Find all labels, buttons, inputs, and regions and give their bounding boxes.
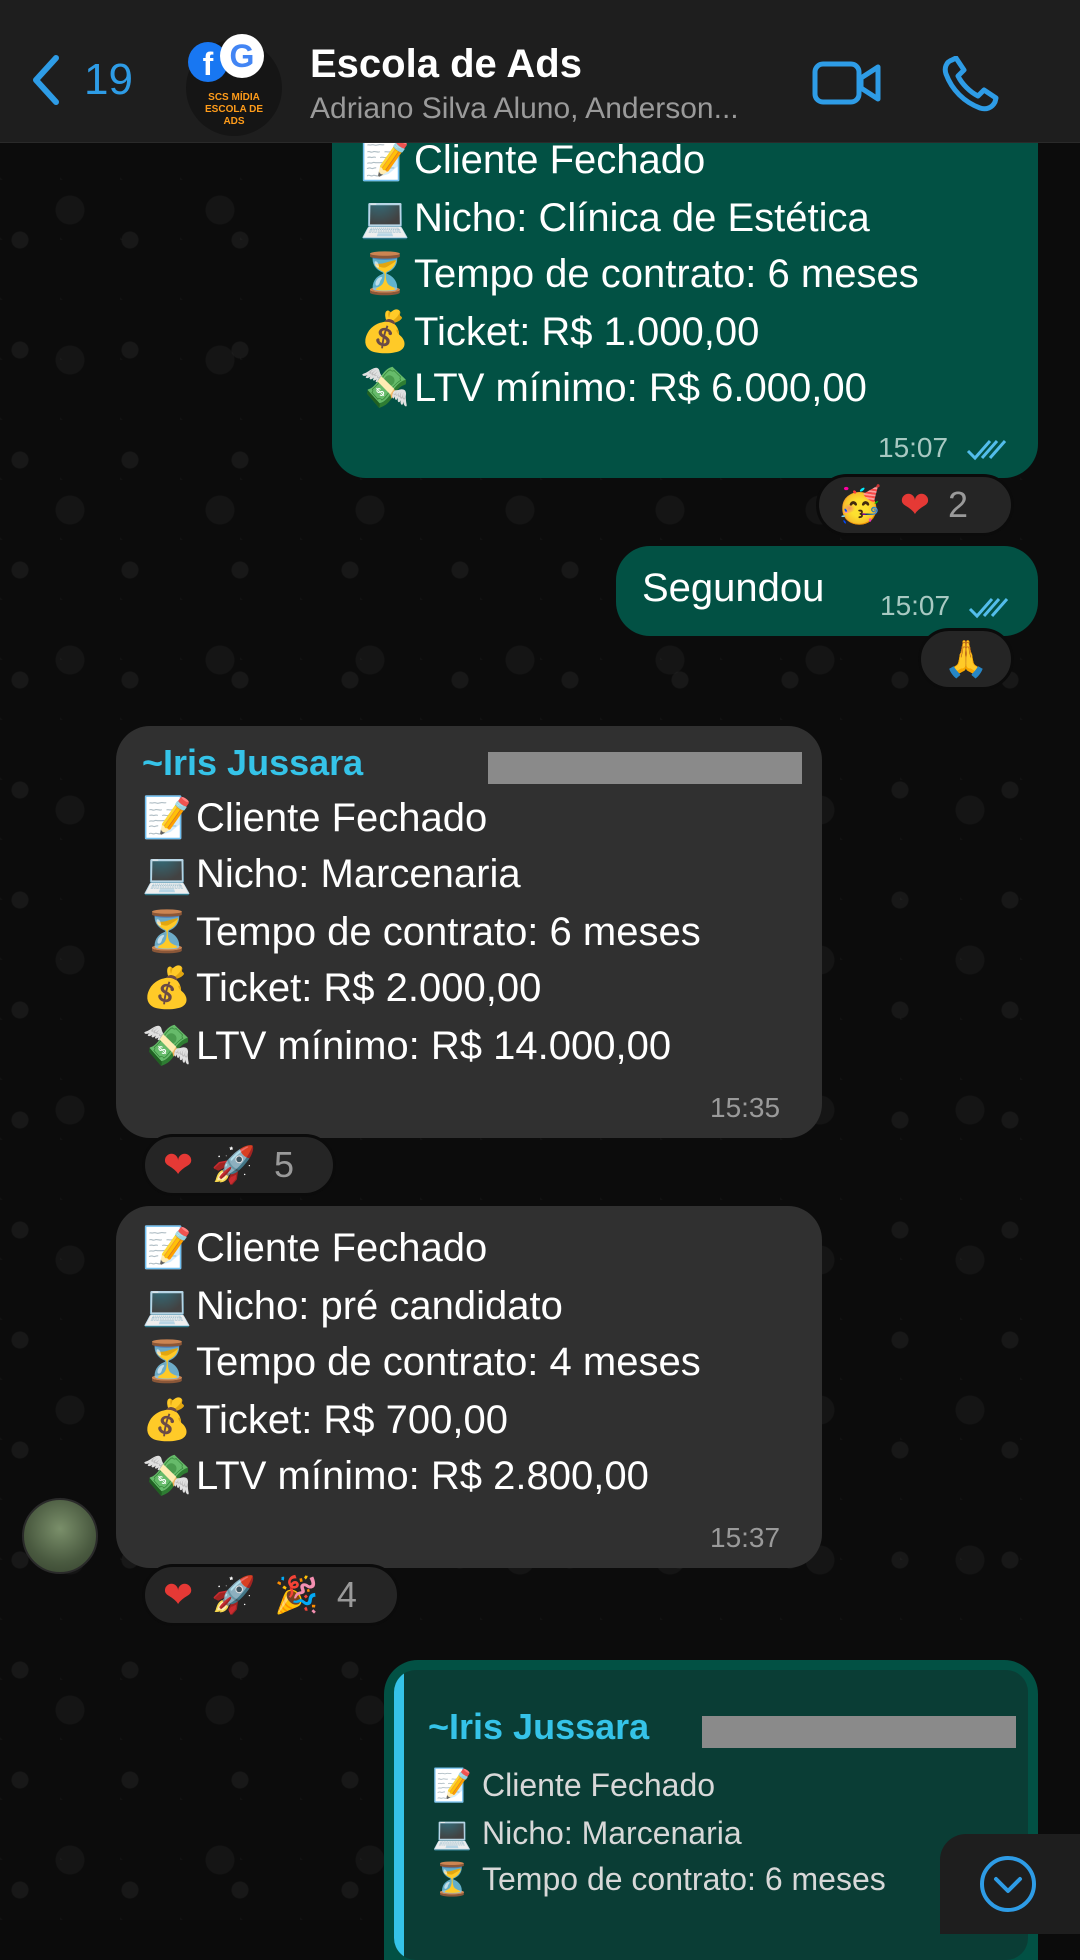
message-line: 💸 LTV mínimo: R$ 2.800,00	[142, 1453, 649, 1499]
quoted-sender-name: ~Iris Jussara	[428, 1706, 650, 1747]
chat-participants[interactable]: Adriano Silva Aluno, Anderson...	[310, 92, 780, 126]
message-line: 💻 Nicho: Clínica de Estética	[360, 195, 870, 241]
reaction-count: 4	[336, 1574, 357, 1615]
message-bubble-outgoing[interactable]: Segundou 15:07	[616, 546, 1038, 636]
chat-title[interactable]: Escola de Ads	[310, 42, 582, 87]
phone-call-icon[interactable]	[940, 56, 1000, 112]
rocket-icon: 🚀	[211, 1145, 256, 1186]
money-wings-icon: 💸	[360, 365, 410, 411]
redacted-phone	[702, 1716, 1016, 1748]
scroll-to-bottom-button[interactable]	[940, 1834, 1080, 1934]
laptop-icon: 💻	[142, 1283, 192, 1329]
message-line: 💰 Ticket: R$ 2.000,00	[142, 965, 542, 1011]
reaction-bar[interactable]: 🥳 ❤ 2	[816, 474, 1014, 536]
redacted-phone	[488, 752, 802, 784]
hourglass-icon: ⏳	[142, 909, 192, 955]
pray-icon: 🙏	[943, 639, 989, 680]
money-wings-icon: 💸	[142, 1453, 192, 1499]
read-receipt-icon	[968, 597, 1008, 618]
money-bag-icon: 💰	[142, 965, 192, 1011]
message-time: 15:37	[710, 1522, 781, 1553]
message-line: 💰 Ticket: R$ 700,00	[142, 1397, 509, 1443]
hourglass-icon: ⏳	[432, 1860, 472, 1898]
message-time: 15:07	[880, 590, 1010, 622]
group-avatar[interactable]: f G SCS MÍDIA ESCOLA DE ADS	[186, 34, 282, 136]
avatar-text: SCS MÍDIA ESCOLA DE ADS	[205, 92, 263, 127]
message-line: 💸 LTV mínimo: R$ 14.000,00	[142, 1023, 672, 1069]
heart-icon: ❤	[899, 484, 930, 526]
message-line: 💻 Nicho: Marcenaria	[142, 851, 521, 897]
heart-icon: ❤	[163, 1574, 194, 1616]
message-line: 📝 Cliente Fechado	[360, 137, 706, 183]
message-time: 15:07	[878, 432, 1008, 464]
memo-icon: 📝	[142, 795, 192, 841]
laptop-icon: 💻	[360, 195, 410, 241]
money-bag-icon: 💰	[360, 309, 410, 355]
memo-icon: 📝	[142, 1225, 192, 1271]
hourglass-icon: ⏳	[360, 251, 410, 297]
quoted-line: ⏳ Tempo de contrato: 6 meses	[428, 1860, 886, 1898]
chevron-left-icon	[33, 55, 59, 105]
reaction-count: 2	[948, 484, 969, 525]
reaction-bar[interactable]: ❤ 🚀 5	[142, 1134, 336, 1196]
party-popper-icon: 🎉	[274, 1575, 319, 1616]
quoted-line: 💻 Nicho: Marcenaria	[428, 1814, 742, 1852]
message-text: Segundou	[642, 566, 825, 610]
reaction-bar[interactable]: 🙏	[918, 628, 1014, 690]
laptop-icon: 💻	[142, 851, 192, 897]
chat-header: 19 f G SCS MÍDIA ESCOLA DE ADS Escola de…	[0, 0, 1080, 143]
message-line: 💸 LTV mínimo: R$ 6.000,00	[360, 365, 867, 411]
partying-face-icon: 🥳	[837, 485, 882, 526]
memo-icon: 📝	[432, 1766, 472, 1804]
message-line: ⏳ Tempo de contrato: 6 meses	[142, 909, 701, 955]
sender-name[interactable]: ~Iris Jussara	[142, 742, 363, 784]
google-logo-icon: G	[220, 34, 264, 78]
message-time: 15:35	[710, 1092, 781, 1123]
message-line: 💻 Nicho: pré candidato	[142, 1283, 563, 1329]
message-line: 📝 Cliente Fechado	[142, 795, 488, 841]
quoted-message[interactable]: ~Iris Jussara 📝 Cliente Fechado 💻 Nicho: M…	[394, 1670, 1028, 1960]
laptop-icon: 💻	[432, 1814, 472, 1852]
sender-avatar[interactable]	[22, 1498, 98, 1574]
message-bubble-outgoing[interactable]: 📝 Cliente Fechado 💻 Nicho: Clínica de Esté…	[332, 100, 1038, 478]
memo-icon: 📝	[360, 137, 410, 183]
video-call-icon[interactable]	[812, 58, 882, 108]
quoted-line: 📝 Cliente Fechado	[428, 1766, 715, 1804]
chevron-down-circle-icon	[980, 1856, 1036, 1912]
money-bag-icon: 💰	[142, 1397, 192, 1443]
message-line: 💰 Ticket: R$ 1.000,00	[360, 309, 760, 355]
heart-icon: ❤	[163, 1144, 194, 1186]
message-bubble-incoming[interactable]: ~Iris Jussara 📝 Cliente Fechado 💻 Nicho: M…	[116, 726, 822, 1138]
message-line: ⏳ Tempo de contrato: 4 meses	[142, 1339, 701, 1385]
read-receipt-icon	[966, 439, 1006, 460]
quote-accent-bar	[394, 1670, 404, 1960]
unread-count: 19	[84, 55, 133, 104]
rocket-icon: 🚀	[211, 1575, 256, 1616]
hourglass-icon: ⏳	[142, 1339, 192, 1385]
reaction-bar[interactable]: ❤ 🚀 🎉 4	[142, 1564, 400, 1626]
back-button[interactable]: 19	[30, 54, 133, 106]
message-bubble-incoming[interactable]: 📝 Cliente Fechado 💻 Nicho: pré candidato ⏳…	[116, 1206, 822, 1568]
message-line: ⏳ Tempo de contrato: 6 meses	[360, 251, 919, 297]
message-line: 📝 Cliente Fechado	[142, 1225, 488, 1271]
reaction-count: 5	[274, 1144, 295, 1185]
money-wings-icon: 💸	[142, 1023, 192, 1069]
